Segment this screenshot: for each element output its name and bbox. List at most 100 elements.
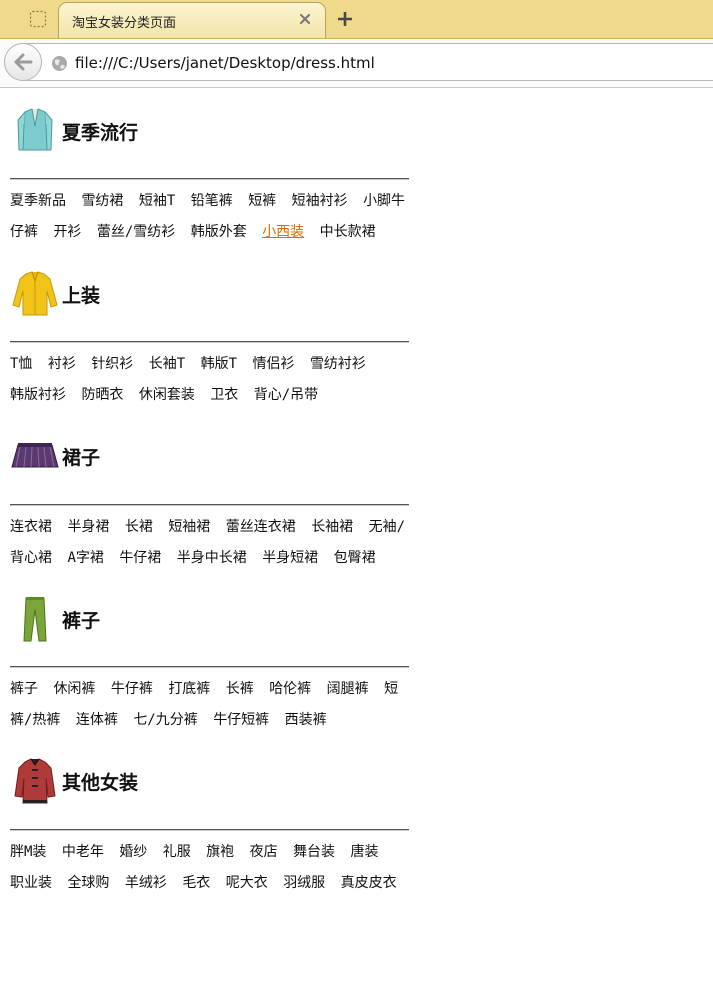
category-link[interactable]: 衬衫	[48, 356, 76, 372]
plus-icon[interactable]	[335, 9, 355, 29]
category-link[interactable]: 毛衣	[182, 875, 210, 891]
category-link[interactable]: 礼服	[163, 844, 191, 860]
skirt-icon	[11, 443, 59, 468]
section-tops: 上装 T恤 衬衫 针织衫 长袖T 韩版T 情侣衫 雪纺衬衫 韩版衬衫 防晒衣 休…	[10, 269, 410, 403]
section-title: 裤子	[62, 610, 101, 632]
section-summer: 夏季流行 夏季新品 雪纺裙 短袖T 铅笔裤 短裤 短袖衬衫 小脚牛仔裤 开衫 蕾…	[10, 106, 410, 240]
category-link[interactable]: 短袖衬衫	[292, 193, 348, 209]
divider	[10, 504, 409, 506]
close-icon[interactable]	[297, 11, 313, 27]
shirt-icon	[12, 271, 58, 316]
page-content: 夏季流行 夏季新品 雪纺裙 短袖T 铅笔裤 短裤 短袖衬衫 小脚牛仔裤 开衫 蕾…	[0, 88, 713, 995]
category-link[interactable]: 蕾丝/雪纺衫	[97, 224, 175, 240]
back-button[interactable]	[4, 43, 42, 81]
category-link[interactable]: 半身中长裙	[177, 550, 247, 566]
category-link[interactable]: 裤子	[10, 681, 38, 697]
category-link[interactable]: 短裤	[248, 193, 276, 209]
category-link[interactable]: 羊绒衫	[125, 875, 167, 891]
category-link[interactable]: 唐装	[351, 844, 379, 860]
back-arrow-icon	[14, 53, 33, 71]
category-link[interactable]: 蕾丝连衣裙	[226, 519, 296, 535]
category-link[interactable]: 包臀裙	[334, 550, 376, 566]
category-link[interactable]: 七/九分裤	[133, 712, 197, 728]
section-title: 上装	[62, 285, 101, 307]
category-link[interactable]: 韩版T	[201, 356, 237, 372]
category-link-hovered[interactable]: 小西装	[262, 224, 304, 240]
category-link[interactable]: 牛仔裤	[111, 681, 153, 697]
category-link[interactable]: 全球购	[67, 875, 109, 891]
url-text: file:///C:/Users/janet/Desktop/dress.htm…	[75, 54, 375, 72]
link-list: T恤 衬衫 针织衫 长袖T 韩版T 情侣衫 雪纺衬衫 韩版衬衫 防晒衣 休闲套装…	[10, 349, 410, 411]
pants-icon	[23, 597, 47, 642]
category-link[interactable]: 韩版衬衫	[10, 387, 66, 403]
category-link[interactable]: 背心/吊带	[254, 387, 318, 403]
category-link[interactable]: T恤	[10, 356, 32, 372]
navigation-bar: file:///C:/Users/janet/Desktop/dress.htm…	[0, 39, 713, 88]
category-link[interactable]: 长袖裙	[311, 519, 353, 535]
category-link[interactable]: 休闲裤	[53, 681, 95, 697]
category-link[interactable]: 中老年	[62, 844, 104, 860]
category-link[interactable]: 针织衫	[91, 356, 133, 372]
category-link[interactable]: 雪纺衬衫	[310, 356, 366, 372]
section-header: 夏季流行	[10, 106, 410, 158]
section-title: 其他女装	[62, 772, 139, 794]
category-link[interactable]: 西装裤	[285, 712, 327, 728]
category-link[interactable]: 半身裙	[67, 519, 109, 535]
divider	[10, 829, 409, 831]
link-list: 裤子 休闲裤 牛仔裤 打底裤 长裤 哈伦裤 阔腿裤 短裤/热裤 连体裤 七/九分…	[10, 674, 410, 736]
category-link[interactable]: 雪纺裙	[81, 193, 123, 209]
category-link[interactable]: 真皮皮衣	[341, 875, 397, 891]
category-link[interactable]: 羽绒服	[283, 875, 325, 891]
category-link[interactable]: 职业装	[10, 875, 52, 891]
section-pants: 裤子 裤子 休闲裤 牛仔裤 打底裤 长裤 哈伦裤 阔腿裤 短裤/热裤 连体裤 七…	[10, 594, 410, 728]
divider	[10, 666, 409, 668]
category-link[interactable]: 开衫	[53, 224, 81, 240]
category-link[interactable]: 短袖裙	[168, 519, 210, 535]
active-tab[interactable]: 淘宝女装分类页面	[58, 2, 326, 38]
divider	[10, 341, 409, 343]
section-header: 裙子	[10, 431, 410, 483]
category-link[interactable]: 婚纱	[119, 844, 147, 860]
category-link[interactable]: 连衣裙	[10, 519, 52, 535]
category-link[interactable]: 防晒衣	[81, 387, 123, 403]
category-link[interactable]: A字裙	[67, 550, 103, 566]
category-link[interactable]: 阔腿裤	[327, 681, 369, 697]
category-link[interactable]: 短袖T	[139, 193, 175, 209]
category-link[interactable]: 半身短裙	[262, 550, 318, 566]
category-link[interactable]: 铅笔裤	[191, 193, 233, 209]
category-link[interactable]: 夏季新品	[10, 193, 66, 209]
category-link[interactable]: 休闲套装	[139, 387, 195, 403]
tab-title: 淘宝女装分类页面	[72, 16, 177, 31]
category-link[interactable]: 韩版外套	[191, 224, 247, 240]
jacket-icon	[17, 108, 53, 151]
section-header: 其他女装	[10, 756, 410, 808]
category-link[interactable]: 胖M装	[10, 844, 46, 860]
category-link[interactable]: 卫衣	[210, 387, 238, 403]
category-link[interactable]: 牛仔裙	[119, 550, 161, 566]
section-skirts: 裙子 连衣裙 半身裙 长裙 短袖裙 蕾丝连衣裙 长袖裙 无袖/背心裙 A字裙 牛…	[10, 431, 410, 566]
category-link[interactable]: 打底裤	[168, 681, 210, 697]
category-link[interactable]: 长裙	[125, 519, 153, 535]
divider	[10, 178, 409, 180]
address-bar[interactable]: file:///C:/Users/janet/Desktop/dress.htm…	[4, 43, 713, 81]
coat-icon	[14, 758, 56, 804]
category-link[interactable]: 牛仔短裤	[213, 712, 269, 728]
category-link[interactable]: 中长款裙	[320, 224, 376, 240]
tab-group-icon[interactable]	[29, 10, 47, 28]
category-link[interactable]: 舞台装	[293, 844, 335, 860]
category-link[interactable]: 长袖T	[149, 356, 185, 372]
category-link[interactable]: 哈伦裤	[269, 681, 311, 697]
link-list: 胖M装 中老年 婚纱 礼服 旗袍 夜店 舞台装 唐装 职业装 全球购 羊绒衫 毛…	[10, 837, 410, 899]
section-title: 夏季流行	[62, 122, 139, 144]
category-link[interactable]: 长裤	[226, 681, 254, 697]
section-header: 上装	[10, 269, 410, 321]
link-list: 连衣裙 半身裙 长裙 短袖裙 蕾丝连衣裙 长袖裙 无袖/背心裙 A字裙 牛仔裙 …	[10, 512, 410, 574]
category-link[interactable]: 呢大衣	[226, 875, 268, 891]
globe-icon	[52, 56, 67, 71]
category-link[interactable]: 连体裤	[76, 712, 118, 728]
category-link[interactable]: 情侣衫	[253, 356, 295, 372]
section-others: 其他女装 胖M装 中老年 婚纱 礼服 旗袍 夜店 舞台装 唐装 职业装 全球购 …	[10, 756, 410, 891]
category-link[interactable]: 夜店	[250, 844, 278, 860]
link-list: 夏季新品 雪纺裙 短袖T 铅笔裤 短裤 短袖衬衫 小脚牛仔裤 开衫 蕾丝/雪纺衫…	[10, 186, 410, 248]
category-link[interactable]: 旗袍	[206, 844, 234, 860]
